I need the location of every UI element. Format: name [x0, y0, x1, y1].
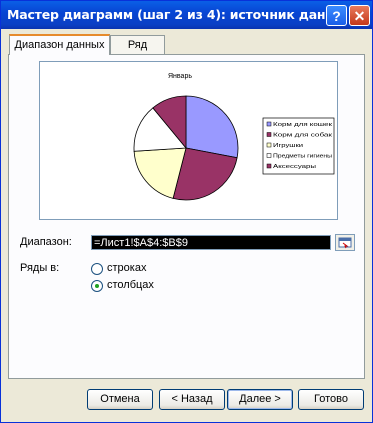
legend-swatch	[266, 142, 272, 148]
collapse-dialog-button[interactable]	[335, 234, 355, 251]
tab-panel: Январь Корм для кошек Корм для собак Игруш…	[8, 54, 365, 379]
next-button[interactable]: Далее >	[227, 389, 293, 410]
range-input[interactable]: =Лист1!$A$4:$B$9	[91, 235, 331, 250]
pie-chart: Январь Корм для кошек Корм для собак Игруш…	[133, 73, 335, 201]
tab-data-range[interactable]: Диапазон данных	[9, 34, 110, 55]
legend-entry: Игрушки	[273, 143, 303, 149]
range-select-icon	[338, 237, 352, 249]
pie-slice	[185, 95, 239, 159]
range-label: Диапазон:	[20, 236, 72, 248]
chart-title: Январь	[168, 73, 192, 80]
radio-columns-label: столбцах	[107, 279, 154, 291]
legend-swatch	[266, 132, 272, 137]
back-button[interactable]: < Назад	[159, 389, 225, 410]
series-in-label: Ряды в:	[20, 262, 60, 274]
radio-rows[interactable]	[91, 263, 103, 275]
radio-rows-label: строках	[107, 262, 147, 274]
tab-series[interactable]: Ряд	[110, 35, 165, 54]
help-button[interactable]: ?	[326, 5, 347, 26]
legend-swatch	[266, 153, 272, 158]
legend-entry: Корм для собак	[273, 133, 333, 139]
window-title: Мастер диаграмм (шаг 2 из 4): источник д…	[7, 7, 325, 22]
legend-swatch	[266, 121, 272, 127]
chart-wizard-dialog: Мастер диаграмм (шаг 2 из 4): источник д…	[0, 0, 373, 423]
chart-preview: Январь Корм для кошек Корм для собак Игруш…	[39, 61, 338, 220]
title-bar: Мастер диаграмм (шаг 2 из 4): источник д…	[1, 1, 372, 29]
radio-columns[interactable]	[91, 280, 103, 292]
close-button[interactable]: ✕	[349, 5, 370, 26]
finish-button[interactable]: Готово	[298, 389, 364, 410]
legend-swatch	[266, 163, 272, 169]
legend-entry: Предметы гигиены	[273, 154, 332, 160]
legend-entry: Корм для кошек	[273, 122, 333, 128]
cancel-button[interactable]: Отмена	[87, 389, 153, 410]
legend-entry: Аксессуары	[273, 164, 316, 170]
